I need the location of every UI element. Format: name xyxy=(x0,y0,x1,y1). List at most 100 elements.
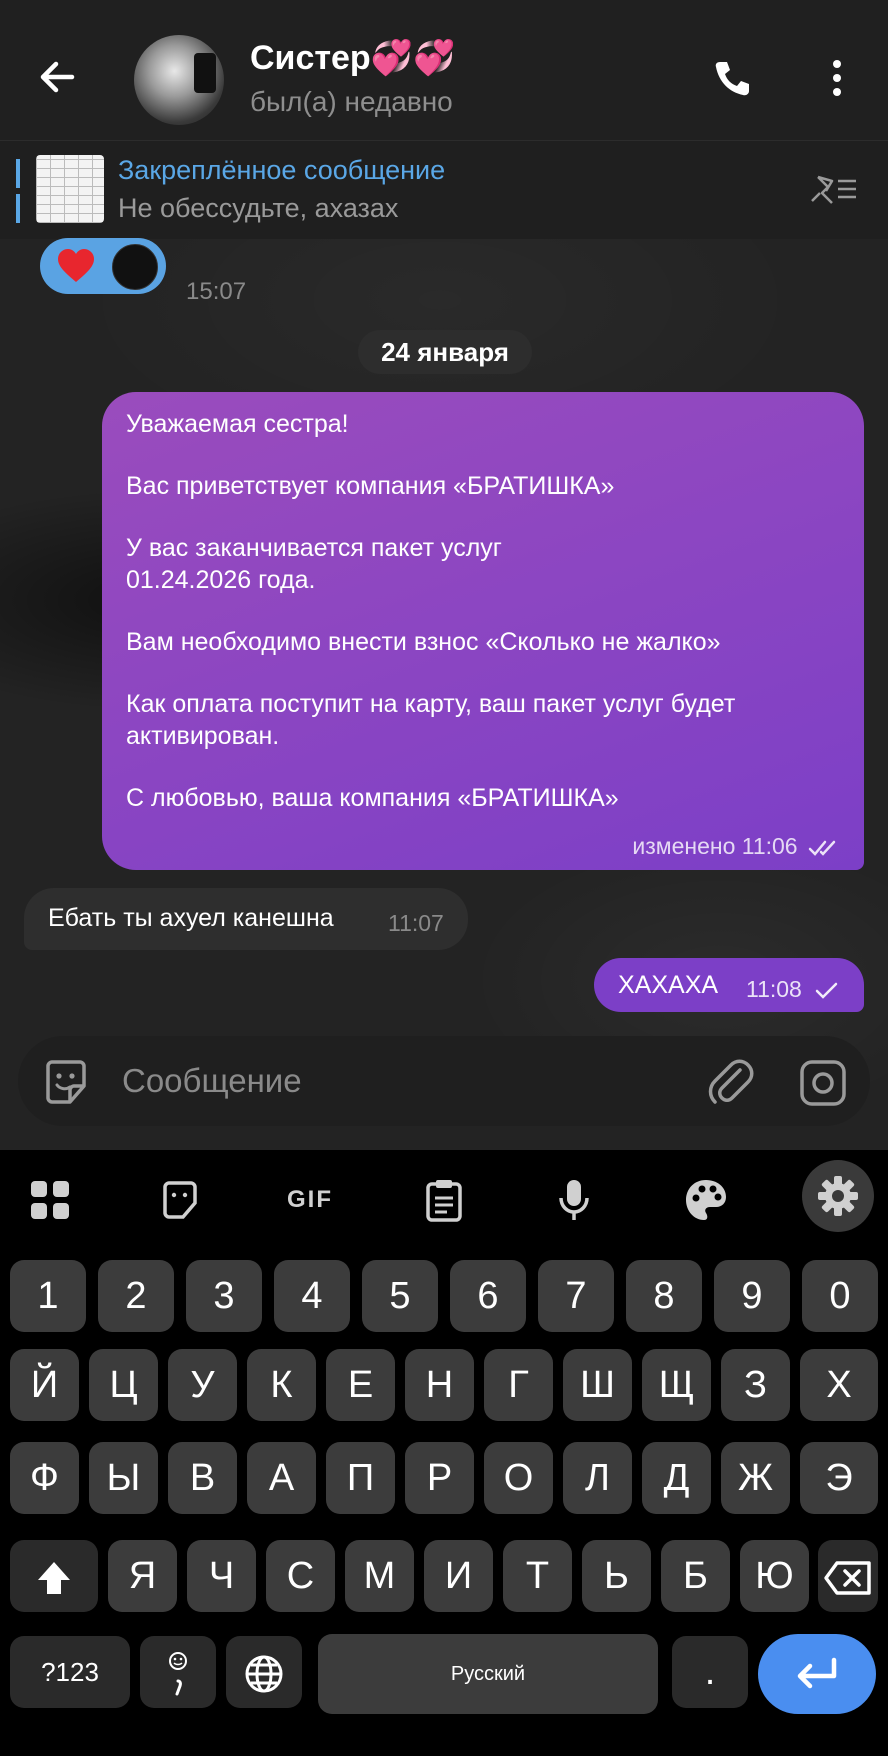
gear-icon xyxy=(818,1176,858,1216)
more-menu-button[interactable] xyxy=(820,56,854,100)
keyboard-settings-button[interactable] xyxy=(802,1160,874,1232)
palette-icon xyxy=(686,1180,726,1220)
key[interactable]: Я xyxy=(108,1540,177,1612)
message-time: изменено 11:06 xyxy=(632,833,798,859)
contact-name[interactable]: Систер💞💞 xyxy=(250,38,455,78)
back-button[interactable] xyxy=(32,52,82,102)
apps-button[interactable] xyxy=(24,1174,76,1226)
reaction-avatar xyxy=(112,244,158,290)
message-meta: изменено 11:06 xyxy=(632,833,844,860)
contact-status: был(а) недавно xyxy=(250,86,453,117)
outgoing-message[interactable]: ХАХАХА 11:08 xyxy=(594,958,864,1012)
key[interactable]: 3 xyxy=(186,1260,262,1332)
message-line: активирован. xyxy=(126,722,280,750)
pin-list-icon xyxy=(811,175,856,204)
backspace-key[interactable] xyxy=(818,1540,878,1612)
key[interactable]: И xyxy=(424,1540,493,1612)
emoji-key[interactable] xyxy=(140,1636,216,1708)
incoming-message[interactable]: Ебать ты ахуел канешна 11:07 xyxy=(24,888,468,950)
enter-icon xyxy=(797,1657,837,1689)
mic-icon xyxy=(559,1180,589,1220)
clipboard-icon xyxy=(426,1180,462,1222)
key[interactable]: Ь xyxy=(582,1540,651,1612)
key[interactable]: Й xyxy=(10,1349,79,1421)
key[interactable]: Щ xyxy=(642,1349,711,1421)
gif-button[interactable]: GIF xyxy=(284,1174,336,1226)
key[interactable]: Ф xyxy=(10,1442,79,1514)
key[interactable]: 0 xyxy=(802,1260,878,1332)
contact-avatar[interactable] xyxy=(134,35,224,125)
language-key[interactable] xyxy=(226,1636,302,1708)
outgoing-message[interactable]: Уважаемая сестра! Вас приветствует компа… xyxy=(102,392,864,870)
globe-icon xyxy=(245,1655,283,1693)
camera-button[interactable] xyxy=(798,1058,848,1108)
space-key[interactable]: Русский xyxy=(318,1634,658,1714)
pinned-list-button[interactable] xyxy=(806,169,862,209)
key[interactable]: 8 xyxy=(626,1260,702,1332)
shift-key[interactable] xyxy=(10,1540,98,1612)
camera-icon xyxy=(800,1060,846,1106)
key[interactable]: Х xyxy=(800,1349,878,1421)
key[interactable]: С xyxy=(266,1540,335,1612)
phone-icon xyxy=(715,62,749,96)
message-line: Как оплата поступит на карту, ваш пакет … xyxy=(126,690,736,718)
period-key[interactable]: . xyxy=(672,1636,748,1708)
sticker-button[interactable] xyxy=(154,1174,206,1226)
key[interactable]: Ы xyxy=(89,1442,158,1514)
key[interactable]: 6 xyxy=(450,1260,526,1332)
key[interactable]: Ч xyxy=(187,1540,256,1612)
key[interactable]: 1 xyxy=(10,1260,86,1332)
key[interactable]: Б xyxy=(661,1540,730,1612)
pinned-message-bar[interactable]: Закреплённое сообщение Не обессудьте, ах… xyxy=(0,140,888,239)
key[interactable]: 7 xyxy=(538,1260,614,1332)
key[interactable]: У xyxy=(168,1349,237,1421)
pinned-title: Закреплённое сообщение xyxy=(118,155,446,185)
emoji-comma-icon xyxy=(169,1651,187,1696)
key[interactable]: 2 xyxy=(98,1260,174,1332)
key[interactable]: Л xyxy=(563,1442,632,1514)
avatar-photo xyxy=(194,53,216,93)
pinned-thumbnail xyxy=(36,155,104,223)
voice-input-button[interactable] xyxy=(548,1174,600,1226)
key[interactable]: Ш xyxy=(563,1349,632,1421)
message-input[interactable]: Сообщение xyxy=(122,1062,302,1100)
key[interactable]: Н xyxy=(405,1349,474,1421)
single-check-icon xyxy=(816,982,838,999)
arrow-left-icon xyxy=(40,61,75,93)
key[interactable]: О xyxy=(484,1442,553,1514)
key[interactable]: Р xyxy=(405,1442,474,1514)
message-line: С любовью, ваша компания «БРАТИШКА» xyxy=(126,784,619,812)
message-text: ХАХАХА xyxy=(618,971,719,999)
emoji-button[interactable] xyxy=(40,1056,92,1108)
key[interactable]: В xyxy=(168,1442,237,1514)
key[interactable]: П xyxy=(326,1442,395,1514)
clipboard-button[interactable] xyxy=(418,1174,470,1226)
key[interactable]: Э xyxy=(800,1442,878,1514)
attach-button[interactable] xyxy=(706,1056,756,1108)
key[interactable]: Ж xyxy=(721,1442,790,1514)
symbols-key[interactable]: ?123 xyxy=(10,1636,130,1708)
key[interactable]: М xyxy=(345,1540,414,1612)
reaction-chip[interactable] xyxy=(40,238,166,294)
shift-icon xyxy=(38,1561,70,1594)
call-button[interactable] xyxy=(710,56,754,100)
message-composer: Сообщение xyxy=(18,1036,870,1126)
key[interactable]: Е xyxy=(326,1349,395,1421)
key[interactable]: З xyxy=(721,1349,790,1421)
backspace-icon xyxy=(824,1561,871,1595)
key[interactable]: 9 xyxy=(714,1260,790,1332)
key[interactable]: Т xyxy=(503,1540,572,1612)
key[interactable]: 5 xyxy=(362,1260,438,1332)
theme-button[interactable] xyxy=(680,1174,732,1226)
double-check-icon xyxy=(808,840,836,856)
key[interactable]: Ц xyxy=(89,1349,158,1421)
key[interactable]: К xyxy=(247,1349,316,1421)
message-line: Уважаемая сестра! xyxy=(126,410,349,438)
enter-key[interactable] xyxy=(758,1634,876,1714)
key[interactable]: 4 xyxy=(274,1260,350,1332)
key[interactable]: Д xyxy=(642,1442,711,1514)
message-line: 01.24.2026 года. xyxy=(126,566,316,594)
key[interactable]: Г xyxy=(484,1349,553,1421)
key[interactable]: А xyxy=(247,1442,316,1514)
message-line: Вам необходимо внести взнос «Сколько не … xyxy=(126,628,721,656)
